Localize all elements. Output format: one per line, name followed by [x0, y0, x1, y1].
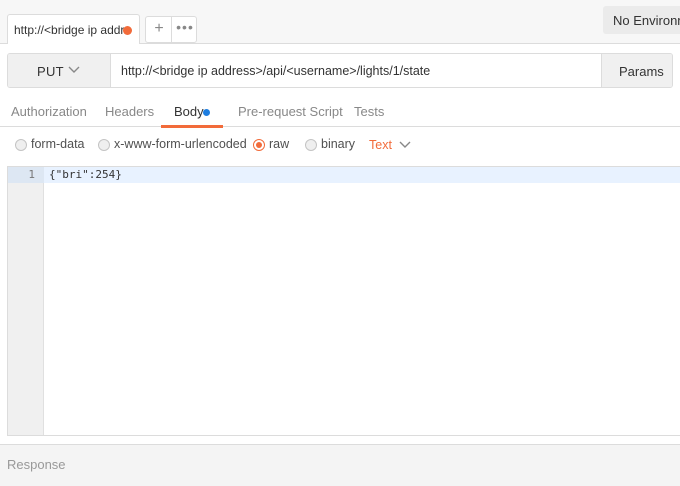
response-panel: Response — [0, 444, 680, 486]
request-tab-label: http://<bridge ip addr — [14, 23, 125, 37]
body-type-options: form-data x-www-form-urlencoded raw bina… — [0, 128, 680, 166]
tab-actions: + ••• — [145, 16, 197, 43]
environment-selected-label: No Environment — [613, 13, 680, 28]
new-tab-button[interactable]: + — [150, 20, 168, 38]
response-label: Response — [7, 457, 66, 472]
body-editor[interactable]: 1 {"bri":254} — [7, 166, 680, 436]
tab-headers[interactable]: Headers — [105, 104, 154, 119]
url-input[interactable]: http://<bridge ip address>/api/<username… — [112, 54, 600, 87]
tab-authorization[interactable]: Authorization — [11, 104, 87, 119]
radio-x-www-form-urlencoded-label[interactable]: x-www-form-urlencoded — [114, 137, 247, 151]
request-tab[interactable]: http://<bridge ip addr — [7, 14, 140, 44]
code-line[interactable]: {"bri":254} — [49, 168, 122, 181]
tab-body[interactable]: Body — [174, 104, 204, 119]
raw-format-select[interactable]: Text — [369, 138, 392, 152]
request-tabs: Authorization Headers Body Pre-request S… — [0, 95, 680, 128]
divider — [171, 17, 172, 42]
url-bar: PUT http://<bridge ip address>/api/<user… — [7, 53, 673, 88]
params-button[interactable]: Params — [601, 54, 672, 87]
tab-strip: http://<bridge ip addr + ••• No Environm… — [0, 0, 680, 44]
radio-form-data[interactable] — [15, 139, 27, 151]
chevron-down-icon — [68, 66, 80, 73]
more-tabs-button[interactable]: ••• — [174, 19, 196, 35]
line-number-gutter — [8, 167, 44, 435]
active-line-highlight — [44, 167, 680, 183]
tab-pre-request-script[interactable]: Pre-request Script — [238, 104, 343, 119]
line-number: 1 — [28, 168, 35, 181]
radio-raw[interactable] — [253, 139, 265, 151]
params-label: Params — [619, 64, 664, 79]
method-label: PUT — [37, 64, 64, 79]
chevron-down-icon[interactable] — [399, 138, 411, 150]
environment-select[interactable]: No Environment — [603, 6, 680, 34]
radio-raw-label[interactable]: raw — [269, 137, 289, 151]
radio-binary-label[interactable]: binary — [321, 137, 355, 151]
radio-form-data-label[interactable]: form-data — [31, 137, 85, 151]
body-indicator-dot-icon — [203, 109, 210, 116]
tab-tests[interactable]: Tests — [354, 104, 384, 119]
url-text: http://<bridge ip address>/api/<username… — [121, 64, 431, 78]
method-select[interactable]: PUT — [8, 54, 111, 87]
radio-binary[interactable] — [305, 139, 317, 151]
radio-x-www-form-urlencoded[interactable] — [98, 139, 110, 151]
unsaved-changes-dot-icon — [123, 26, 132, 35]
